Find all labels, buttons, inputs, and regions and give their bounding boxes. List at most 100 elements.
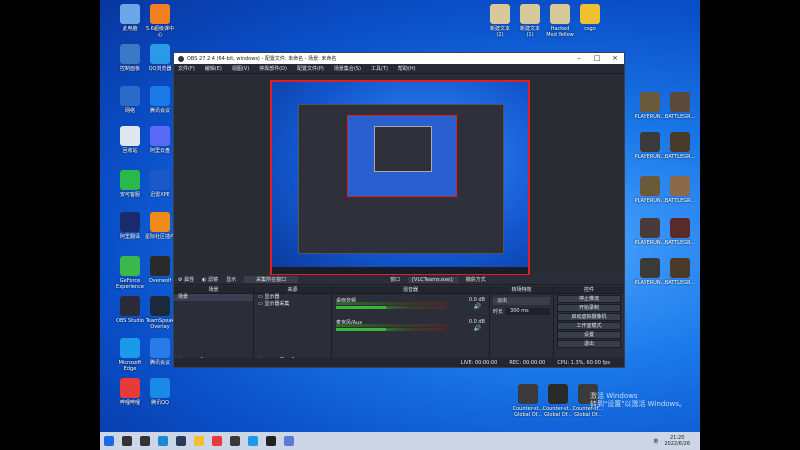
desktop-icon[interactable]: BATTLEGR... xyxy=(658,176,700,204)
app-icon xyxy=(120,44,140,64)
explorer-icon[interactable] xyxy=(190,432,208,450)
window-select[interactable]: [VLCTeams.exe]: xyxy=(408,276,458,283)
desktop-icon[interactable]: BATTLEGR... xyxy=(658,218,700,246)
task-view-icon[interactable] xyxy=(136,432,154,450)
desktop-icon[interactable]: 腾讯QQ xyxy=(138,378,182,406)
settings-button[interactable]: 设置 xyxy=(557,331,621,339)
preview-area[interactable] xyxy=(174,74,624,276)
cloud-icon[interactable] xyxy=(280,432,298,450)
monitor-select[interactable]: 采集所在窗口 xyxy=(244,276,299,283)
speaker-icon[interactable]: 🔊 xyxy=(474,303,481,310)
app-icon xyxy=(518,384,538,404)
status-bar: LIVE: 00:00:00 REC: 00:00:00 CPU: 1.3%, … xyxy=(174,358,624,367)
properties-button[interactable]: ⚙ 属性 xyxy=(178,276,194,283)
windows-icon[interactable] xyxy=(100,432,118,450)
start-recording-button[interactable]: 开始录制 xyxy=(557,304,621,312)
search-icon[interactable] xyxy=(118,432,136,450)
app-icon xyxy=(150,378,170,398)
obs-logo-icon xyxy=(178,55,184,62)
obs-icon[interactable] xyxy=(262,432,280,450)
taskbar-glyph xyxy=(284,436,294,446)
app-icon xyxy=(120,378,140,398)
desktop-icon-label: 腾讯QQ xyxy=(151,400,169,406)
edge-icon[interactable] xyxy=(154,432,172,450)
source-toolbar: ⚙ 属性 ◐ 滤镜 显示 采集所在窗口 窗口 [VLCTeams.exe]: 捕… xyxy=(174,275,624,285)
menu-item[interactable]: 配置文件(P) xyxy=(297,65,324,72)
virtual-camera-button[interactable]: 启动虚拟摄像机 xyxy=(557,313,621,321)
app-icon xyxy=(120,170,140,190)
scene-item[interactable]: 场景 xyxy=(174,294,253,301)
display-label: 显示 xyxy=(226,277,237,283)
activation-watermark: 激活 Windows 转到"设置"以激活 Windows。 xyxy=(590,392,686,408)
app-icon xyxy=(150,338,170,358)
taskbar-glyph xyxy=(122,436,132,446)
transitions-title: 转场特效 xyxy=(490,286,553,294)
close-button[interactable]: × xyxy=(606,53,624,64)
app-icon xyxy=(640,258,660,278)
maximize-button[interactable]: □ xyxy=(588,53,606,64)
transition-select[interactable]: 淡出 xyxy=(493,297,550,305)
app-icon xyxy=(520,4,540,24)
filters-button[interactable]: ◐ 滤镜 xyxy=(202,276,218,283)
duration-input[interactable]: 300 ms xyxy=(506,308,550,315)
menu-item[interactable]: 停靠部件(D) xyxy=(259,65,287,72)
volume-meter xyxy=(336,324,446,327)
clock[interactable]: 21:20 2022/6/26 xyxy=(664,435,690,447)
mixer-track: 麦克风/Aux 0.0 dB 🔊 xyxy=(336,319,485,332)
studio-mode-button[interactable]: 工作室模式 xyxy=(557,322,621,330)
desktop-icon[interactable]: BATTLEGR... xyxy=(658,132,700,160)
desktop-icon-label: BATTLEGR... xyxy=(664,240,696,246)
app-icon xyxy=(150,86,170,106)
taskbar: 英 21:20 2022/6/26 xyxy=(100,432,700,450)
taskbar-glyph xyxy=(266,436,276,446)
app-icon[interactable] xyxy=(226,432,244,450)
mixer-dock: 混音器 桌面音频 0.0 dB 🔊 麦克风/Aux 0.0 dB 🔊 xyxy=(332,286,490,364)
title-bar[interactable]: OBS 27.2.4 (64-bit, windows) - 配置文件: 未命名… xyxy=(174,53,624,64)
netease-icon[interactable] xyxy=(208,432,226,450)
scenes-dock: 场景 场景 +−⌃⌄ xyxy=(174,286,254,364)
desktop-icon[interactable]: BATTLEGR... xyxy=(658,258,700,286)
nested-preview-2 xyxy=(347,115,457,197)
ime-indicator[interactable]: 英 xyxy=(653,438,658,445)
app-icon xyxy=(580,4,600,24)
menu-item[interactable]: 编辑(E) xyxy=(205,65,222,72)
volume-meter xyxy=(336,302,446,305)
desktop-icon-label: BATTLEGR... xyxy=(664,280,696,286)
stop-stream-button[interactable]: 停止推流 xyxy=(557,295,621,303)
app-icon xyxy=(150,212,170,232)
minimize-button[interactable]: – xyxy=(570,53,588,64)
controls-title: 控件 xyxy=(554,286,624,294)
steam-icon[interactable] xyxy=(172,432,190,450)
volume-meter xyxy=(336,306,446,309)
volume-meter xyxy=(336,328,446,331)
speaker-icon[interactable]: 🔊 xyxy=(474,325,481,332)
mixer-title: 混音器 xyxy=(332,286,489,294)
desktop-icon[interactable]: 5.6超级课中 心 xyxy=(138,4,182,38)
preview-canvas[interactable] xyxy=(270,80,530,276)
desktop-icon[interactable]: BATTLEGR... xyxy=(658,92,700,120)
taskbar-glyph xyxy=(176,436,186,446)
exit-button[interactable]: 退出 xyxy=(557,340,621,348)
sources-title: 来源 xyxy=(254,286,331,294)
menu-item[interactable]: 工具(T) xyxy=(371,65,388,72)
live-status: LIVE: 00:00:00 xyxy=(460,359,498,366)
taskbar-glyph xyxy=(230,436,240,446)
cpu-status: CPU: 1.3%, 60.00 fps xyxy=(557,359,610,366)
menu-item[interactable]: 文件(F) xyxy=(178,65,195,72)
desktop-icon-label: csgo xyxy=(584,26,596,32)
menu-item[interactable]: 视图(V) xyxy=(232,65,249,72)
obs-window[interactable]: OBS 27.2.4 (64-bit, windows) - 配置文件: 未命名… xyxy=(173,52,625,368)
qq-browser-icon[interactable] xyxy=(244,432,262,450)
menu-item[interactable]: 帮助(H) xyxy=(398,65,416,72)
app-icon xyxy=(670,218,690,238)
watermark-line1: 激活 Windows xyxy=(590,392,638,400)
menu-item[interactable]: 场景集合(S) xyxy=(334,65,361,72)
duration-label: 时长 xyxy=(493,309,504,315)
source-item[interactable]: ▭ 显示器采集 xyxy=(254,301,331,308)
desktop-icon[interactable]: csgo xyxy=(568,4,612,32)
source-item[interactable]: ▭ 显示器 xyxy=(254,294,331,301)
taskbar-glyph xyxy=(140,436,150,446)
app-icon xyxy=(640,132,660,152)
taskbar-glyph xyxy=(158,436,168,446)
nested-obs-preview xyxy=(298,104,504,254)
